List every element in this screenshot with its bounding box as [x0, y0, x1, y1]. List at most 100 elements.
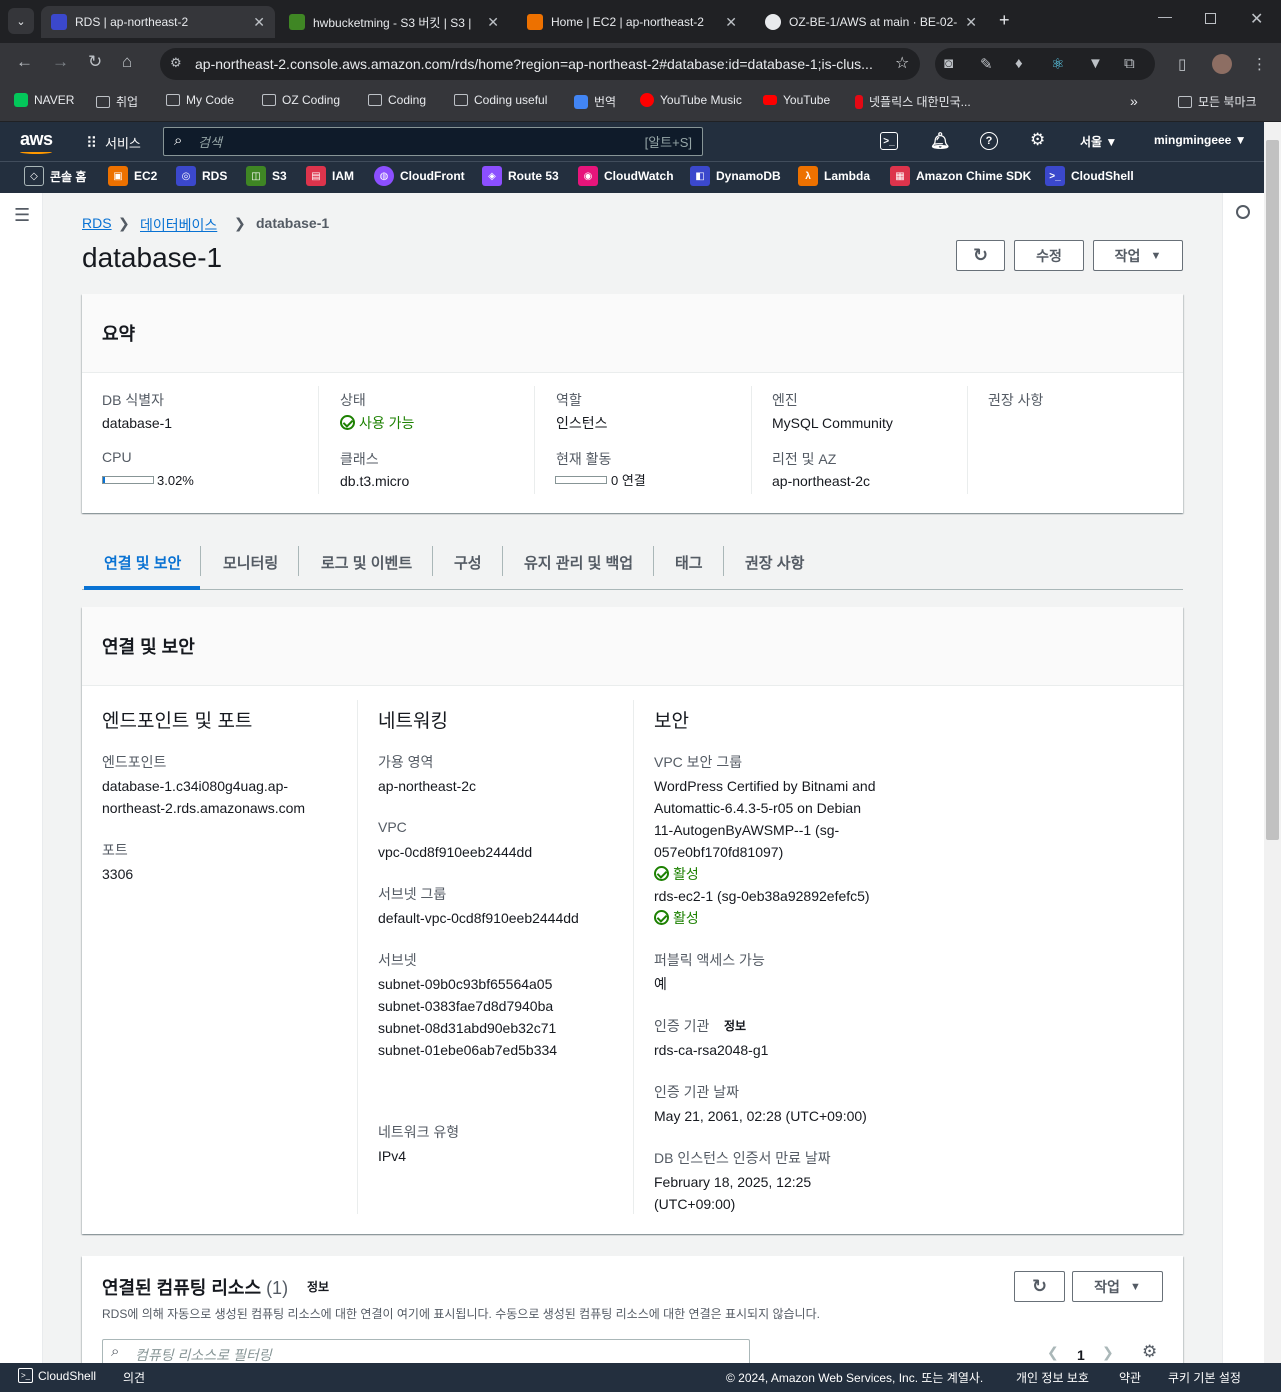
compute-actions-button[interactable]: 작업 ▼: [1072, 1271, 1163, 1302]
subnet-link[interactable]: subnet-08d31abd90eb32c71: [378, 1017, 556, 1039]
security-group-link[interactable]: rds-ec2-1 (sg-0eb38a92892efefc5): [654, 885, 870, 907]
subnet-link[interactable]: subnet-01ebe06ab7ed5b334: [378, 1039, 557, 1061]
url-input[interactable]: ⚙ ap-northeast-2.console.aws.amazon.com/…: [160, 48, 920, 80]
maximize-icon[interactable]: [1205, 13, 1216, 24]
close-icon[interactable]: ✕: [965, 14, 977, 31]
sidepanel-icon[interactable]: ▯: [1178, 55, 1186, 73]
bookmark-youtube-music[interactable]: YouTube Music: [640, 93, 742, 107]
tab-tags[interactable]: 태그: [675, 552, 703, 573]
privacy-link[interactable]: 개인 정보 보호: [1016, 1369, 1089, 1386]
back-icon[interactable]: ←: [16, 52, 33, 72]
tab-configuration[interactable]: 구성: [454, 552, 482, 573]
browser-tab-s3[interactable]: hwbucketming - S3 버킷 | S3 | ✕: [279, 6, 509, 38]
favorite-s3[interactable]: ◫ S3: [246, 166, 287, 186]
bookmark-folder[interactable]: Coding: [368, 93, 426, 107]
favorite-lambda[interactable]: λ Lambda: [798, 166, 870, 186]
info-link[interactable]: 정보: [724, 1015, 746, 1037]
security-group-link[interactable]: 057e0bf170fd81097): [654, 841, 783, 863]
info-panel-icon[interactable]: [1236, 205, 1250, 219]
extension-icon[interactable]: ♦: [1015, 55, 1023, 72]
info-link[interactable]: 정보: [307, 1276, 329, 1298]
favorite-console-home[interactable]: ◇ 콘솔 홈: [24, 166, 86, 186]
account-menu[interactable]: mingmingeee ▼: [1154, 133, 1247, 147]
hamburger-menu-icon[interactable]: ☰: [14, 205, 30, 226]
compute-filter-input[interactable]: ⌕ 컴퓨팅 리소스로 필터링: [102, 1339, 750, 1363]
forward-icon[interactable]: →: [52, 52, 69, 72]
bookmark-naver[interactable]: NAVER: [14, 93, 74, 107]
notifications-bell-icon[interactable]: 🔔︎: [930, 131, 950, 151]
help-icon[interactable]: ?: [980, 132, 998, 150]
preferences-gear-icon[interactable]: ⚙: [1142, 1342, 1157, 1362]
bookmark-folder[interactable]: 취업: [96, 93, 138, 110]
subnet-link[interactable]: subnet-0383fae7d8d7940ba: [378, 995, 553, 1017]
security-group-link[interactable]: 11-AutogenByAWSMP--1 (sg-: [654, 819, 839, 841]
bookmark-folder[interactable]: My Code: [166, 93, 234, 107]
pagination-page[interactable]: 1: [1077, 1347, 1085, 1363]
tab-logs-events[interactable]: 로그 및 이벤트: [321, 552, 412, 573]
camera-extension-icon[interactable]: ◙: [944, 55, 953, 72]
close-icon[interactable]: ✕: [253, 14, 265, 31]
favorite-cloudshell[interactable]: >_ CloudShell: [1045, 166, 1134, 186]
bookmark-youtube[interactable]: YouTube: [763, 93, 830, 107]
region-selector[interactable]: 서울 ▼: [1080, 133, 1117, 150]
pagination-prev-icon[interactable]: ❮: [1047, 1344, 1059, 1361]
actions-button[interactable]: 작업 ▼: [1093, 240, 1183, 271]
browser-tab-github[interactable]: OZ-BE-1/AWS at main · BE-02- ✕: [755, 6, 987, 38]
tab-monitoring[interactable]: 모니터링: [223, 552, 278, 573]
bookmarks-overflow-icon[interactable]: »: [1130, 93, 1138, 109]
react-devtools-icon[interactable]: ⚛: [1051, 55, 1064, 73]
favorite-dynamodb[interactable]: ◧ DynamoDB: [690, 166, 781, 186]
new-tab-icon[interactable]: +: [999, 10, 1010, 31]
compute-refresh-button[interactable]: ↻: [1014, 1271, 1065, 1302]
breadcrumb-databases[interactable]: 데이터베이스: [140, 215, 217, 235]
window-close-icon[interactable]: ✕: [1250, 9, 1263, 29]
eyedropper-extension-icon[interactable]: ✎: [980, 55, 993, 73]
favorite-cloudfront[interactable]: ◍ CloudFront: [374, 166, 465, 186]
reload-icon[interactable]: ↻: [88, 52, 102, 72]
favorite-chime-sdk[interactable]: ▦ Amazon Chime SDK: [890, 166, 1031, 186]
cloudshell-icon[interactable]: >_: [880, 132, 898, 150]
pagination-next-icon[interactable]: ❯: [1102, 1344, 1114, 1361]
bookmark-all[interactable]: 모든 북마크: [1178, 93, 1257, 110]
tab-search-icon[interactable]: ⌄: [8, 8, 34, 34]
menu-kebab-icon[interactable]: ⋮: [1252, 55, 1267, 73]
favorite-route53[interactable]: ◈ Route 53: [482, 166, 559, 186]
footer-cloudshell-button[interactable]: >_ CloudShell: [18, 1368, 96, 1383]
site-info-icon[interactable]: ⚙: [170, 55, 182, 71]
security-group-link[interactable]: WordPress Certified by Bitnami and: [654, 775, 876, 797]
search-input[interactable]: ⌕ 검색 [알트+S]: [163, 127, 703, 156]
tab-connectivity[interactable]: 연결 및 보안: [104, 552, 181, 573]
browser-tab-rds[interactable]: RDS | ap-northeast-2 ✕: [41, 6, 275, 38]
security-group-link[interactable]: Automattic-6.4.3-5-r05 on Debian: [654, 797, 861, 819]
refresh-button[interactable]: ↻: [956, 240, 1005, 271]
favorite-rds[interactable]: ◎ RDS: [176, 166, 227, 186]
vue-devtools-icon[interactable]: ▼: [1088, 55, 1103, 72]
profile-avatar[interactable]: [1212, 54, 1232, 74]
breadcrumb-rds[interactable]: RDS: [82, 215, 112, 231]
feedback-link[interactable]: 의견: [123, 1369, 145, 1386]
bookmark-star-icon[interactable]: ☆: [895, 53, 909, 73]
terms-link[interactable]: 약관: [1119, 1369, 1141, 1386]
favorite-ec2[interactable]: ▣ EC2: [108, 166, 157, 186]
subnet-link[interactable]: subnet-09b0c93bf65564a05: [378, 973, 552, 995]
home-icon[interactable]: ⌂: [122, 52, 132, 72]
minimize-icon[interactable]: —: [1158, 8, 1172, 24]
close-icon[interactable]: ✕: [487, 14, 499, 31]
puzzle-icon[interactable]: ⧉: [1124, 55, 1135, 72]
favorite-cloudwatch[interactable]: ◉ CloudWatch: [578, 166, 674, 186]
favorite-iam[interactable]: ▤ IAM: [306, 166, 354, 186]
vpc-link[interactable]: vpc-0cd8f910eeb2444dd: [378, 841, 532, 863]
scrollbar-thumb[interactable]: [1266, 140, 1279, 840]
bookmark-folder[interactable]: Coding useful: [454, 93, 547, 107]
bookmark-netflix[interactable]: 넷플릭스 대한민국...: [855, 93, 971, 110]
bookmark-folder[interactable]: OZ Coding: [262, 93, 340, 107]
close-icon[interactable]: ✕: [725, 14, 737, 31]
cookie-preferences-link[interactable]: 쿠키 기본 설정: [1168, 1369, 1241, 1386]
tab-recommendations[interactable]: 권장 사항: [745, 552, 804, 573]
aws-logo[interactable]: aws: [20, 129, 53, 150]
modify-button[interactable]: 수정: [1014, 240, 1084, 271]
services-menu-button[interactable]: ⠿ 서비스: [86, 133, 141, 152]
bookmark-translate[interactable]: 번역: [574, 93, 616, 110]
browser-tab-ec2[interactable]: Home | EC2 | ap-northeast-2 ✕: [517, 6, 747, 38]
tab-maintenance-backups[interactable]: 유지 관리 및 백업: [524, 552, 633, 573]
